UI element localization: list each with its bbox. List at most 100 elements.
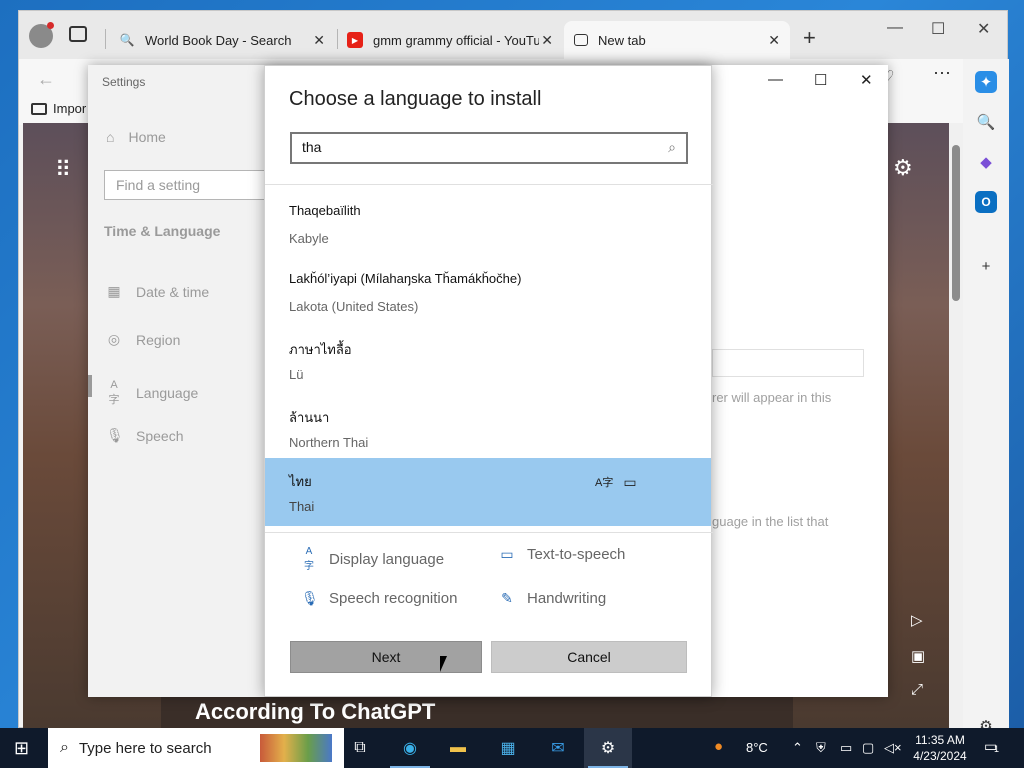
nav-item-region[interactable]: ◎ Region [106, 331, 180, 348]
language-feature-icons: A字 ▭ [595, 474, 637, 491]
language-item[interactable]: ล้านนา Northern Thai [265, 394, 711, 462]
scrollbar-thumb[interactable] [952, 145, 960, 301]
feature-display-language: A字 Display language [301, 546, 444, 572]
start-windows-icon[interactable]: ⊞ [14, 738, 29, 759]
weather-icon[interactable]: ● [714, 738, 723, 755]
globe-icon: ◎ [107, 331, 121, 347]
nav-item-label: Speech [136, 427, 184, 444]
language-english-name: Lü [289, 367, 304, 382]
nav-item-speech[interactable]: 🎙 Speech [106, 427, 183, 444]
expand-icon[interactable]: ⤢ [911, 681, 923, 698]
cancel-button[interactable]: Cancel [491, 641, 687, 673]
weather-temperature[interactable]: 8°C [746, 740, 768, 755]
clock-date: 4/23/2024 [913, 749, 967, 763]
language-english-name: Northern Thai [289, 435, 369, 450]
close-tab-icon[interactable]: ✕ [313, 32, 325, 49]
search-icon[interactable]: 🔍 [975, 111, 997, 133]
taskbar-search-placeholder: Type here to search [78, 739, 212, 757]
search-value: tha [302, 139, 322, 155]
folder-icon [31, 102, 47, 115]
tab-world-book-day[interactable]: 🔍 World Book Day - Search ✕ [109, 21, 335, 59]
display-icon[interactable]: ▢ [862, 740, 874, 756]
volume-muted-icon[interactable]: ◁× [884, 740, 902, 756]
language-item[interactable]: Lakȟól’iyapi (Míl­ahaŋska Tȟamákȟočhe) L… [265, 258, 711, 326]
handwriting-icon: ✎ [501, 590, 513, 606]
microphone-icon: 🎙 [301, 590, 319, 606]
faded-text: rer will appear in this [712, 390, 832, 405]
language-item[interactable]: ภาษาไทลื้อ Lü [265, 326, 711, 394]
feature-label: Handwriting [527, 590, 607, 607]
nav-item-label: Region [136, 331, 181, 348]
file-explorer-icon[interactable]: ▬ [446, 736, 470, 760]
mail-icon[interactable]: ✉ [546, 736, 570, 760]
apps-grid-icon[interactable]: ⠿ [55, 157, 71, 183]
maximize-icon[interactable]: ☐ [814, 71, 827, 89]
add-icon[interactable]: + [975, 255, 997, 277]
taskbar-clock[interactable]: 11:35 AM 4/23/2024 [904, 732, 976, 764]
store-icon[interactable]: ▦ [496, 736, 520, 760]
language-english-name: Lakota (United States) [289, 299, 419, 314]
language-native-name: ล้านนา [289, 410, 330, 425]
settings-content-edge: — ☐ ✕ rer will appear in this guage in t… [712, 65, 888, 697]
nav-item-language[interactable]: A字 Language [106, 379, 199, 407]
task-view-icon[interactable]: ⧉ [348, 736, 372, 760]
close-window-icon[interactable]: ✕ [977, 19, 990, 39]
language-english-name: Kabyle [289, 231, 329, 246]
page-scrollbar[interactable] [949, 123, 963, 729]
faded-dropdown [712, 349, 864, 377]
clock-time: 11:35 AM [915, 733, 965, 747]
close-icon[interactable]: ✕ [860, 71, 873, 89]
notification-count: 1 [994, 744, 1000, 754]
settings-nav: Settings ⌂ Home Find a setting Time & La… [88, 65, 272, 697]
text-to-speech-icon: ▭ [500, 546, 514, 562]
feature-speech-recognition: 🎙 Speech recognition [301, 590, 457, 607]
next-button[interactable]: Next [290, 641, 482, 673]
new-tab-plus-icon[interactable]: + [803, 25, 816, 51]
divider [265, 532, 713, 533]
minimize-icon[interactable]: — [887, 19, 903, 37]
edge-icon[interactable]: ◉ [398, 736, 422, 760]
back-arrow-icon[interactable]: ← [37, 69, 55, 90]
nav-home[interactable]: ⌂ Home [106, 129, 166, 145]
language-english-name: Thai [289, 499, 315, 514]
image-icon[interactable]: ▣ [911, 647, 925, 665]
tab-new-tab[interactable]: New tab ✕ [564, 21, 790, 59]
language-item-selected[interactable]: ไทย Thai A字 ▭ [265, 458, 711, 526]
tab-actions-icon[interactable] [69, 26, 87, 42]
minimize-icon[interactable]: — [768, 71, 783, 88]
divider [265, 184, 713, 185]
browser-tab-strip: 🔍 World Book Day - Search ✕ ▶ gmm grammy… [19, 11, 1007, 59]
find-setting-input[interactable]: Find a setting [104, 170, 272, 200]
tab-youtube[interactable]: ▶ gmm grammy official - YouTub ✕ [337, 21, 563, 59]
nav-item-date-time[interactable]: ▦ Date & time [106, 283, 209, 300]
language-item[interactable]: Thaqebaïlith Kabyle [265, 190, 711, 258]
search-icon[interactable]: ⌕ [668, 139, 676, 156]
nav-item-label: Date & time [136, 283, 210, 300]
play-icon[interactable]: ▷ [911, 611, 923, 629]
more-options-icon[interactable]: ⋯ [933, 63, 951, 84]
home-icon: ⌂ [106, 129, 115, 145]
language-native-name: ภาษาไทลื้อ [289, 342, 352, 357]
text-to-speech-icon: ▭ [623, 474, 637, 490]
maximize-icon[interactable]: ☐ [931, 19, 945, 39]
outlook-icon[interactable]: O [975, 191, 997, 213]
security-icon[interactable]: ⛨ [816, 740, 826, 756]
nav-home-label: Home [128, 129, 166, 145]
browser-sidebar: ✦ 🔍 ◆ O + ⚙ [963, 59, 1009, 735]
favorites-import[interactable]: Impor [31, 101, 86, 116]
news-card[interactable]: According To ChatGPT [161, 695, 793, 729]
mouse-cursor-icon [440, 656, 447, 672]
close-tab-icon[interactable]: ✕ [541, 32, 553, 49]
books-icon [260, 734, 332, 762]
chevron-up-icon[interactable]: ⌃ [792, 740, 803, 756]
language-search-input[interactable]: tha ⌕ [290, 132, 688, 164]
display-language-icon: A字 [595, 477, 614, 489]
network-icon[interactable]: ▭ [840, 740, 852, 756]
close-tab-icon[interactable]: ✕ [768, 32, 780, 49]
language-native-name: Thaqebaïlith [289, 203, 361, 218]
taskbar-search-box[interactable]: ⌕ Type here to search [48, 728, 344, 768]
discover-icon[interactable]: ◆ [975, 151, 997, 173]
copilot-icon[interactable]: ✦ [975, 71, 997, 93]
settings-gear-icon[interactable]: ⚙ [596, 736, 620, 760]
gear-icon[interactable]: ⚙ [893, 155, 913, 181]
